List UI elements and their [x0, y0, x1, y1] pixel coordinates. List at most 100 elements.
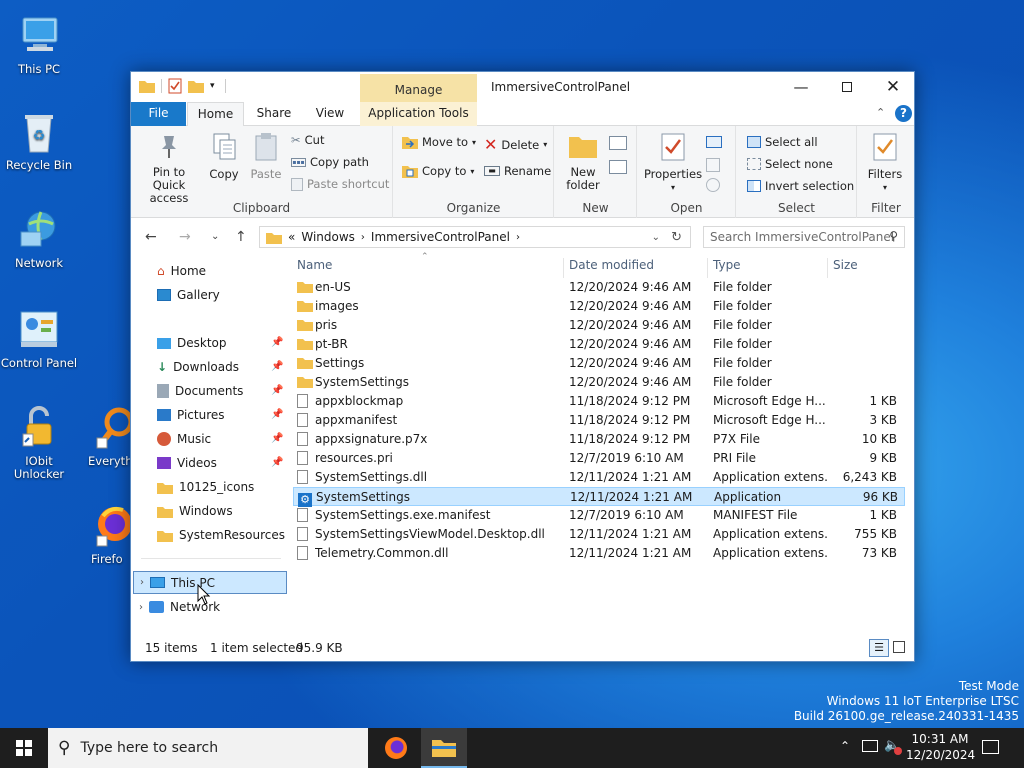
- select-none-button[interactable]: Select none: [747, 157, 833, 171]
- search-box[interactable]: Search ImmersiveControlPanel ⚲: [703, 226, 905, 248]
- breadcrumb-chevron-icon[interactable]: ›: [516, 232, 520, 243]
- desktop-icon-control-panel[interactable]: Control Panel: [0, 306, 79, 370]
- nav-item-documents[interactable]: Documents: [157, 380, 287, 402]
- properties-button[interactable]: Properties ▾: [642, 132, 704, 194]
- pin-to-quick-access-button[interactable]: Pin to Quick access: [135, 132, 203, 205]
- new-folder-button[interactable]: New folder: [561, 132, 605, 192]
- nav-item-10125-icons[interactable]: 10125_icons: [157, 476, 287, 498]
- taskbar-search-box[interactable]: ⚲ Type here to search: [48, 728, 368, 768]
- file-row[interactable]: resources.pri 12/7/2019 6:10 AM PRI File 9 …: [293, 449, 905, 468]
- refresh-icon[interactable]: ↻: [671, 230, 682, 245]
- file-row[interactable]: pt-BR 12/20/2024 9:46 AM File folder: [293, 335, 905, 354]
- move-to-folder-icon: [402, 137, 418, 149]
- desktop-icon-recycle-bin[interactable]: ♻ Recycle Bin: [0, 108, 79, 172]
- column-header-size[interactable]: Size: [833, 258, 858, 276]
- taskbar-search-input[interactable]: Type here to search: [80, 740, 218, 756]
- easy-access-icon[interactable]: [609, 160, 627, 174]
- file-row[interactable]: ⚙ SystemSettings 12/11/2024 1:21 AM Applica…: [293, 487, 905, 507]
- minimize-ribbon-icon[interactable]: ⌃: [876, 106, 885, 119]
- new-folder-icon[interactable]: [188, 79, 204, 93]
- rename-button[interactable]: ▬ Rename: [484, 164, 551, 178]
- file-row[interactable]: Settings 12/20/2024 9:46 AM File folder: [293, 354, 905, 373]
- desktop-icon-this-pc[interactable]: This PC: [0, 12, 79, 76]
- nav-item-windows[interactable]: Windows: [157, 500, 287, 522]
- desktop-icon-iobit-unlocker[interactable]: IObit Unlocker: [0, 404, 79, 481]
- details-view-button[interactable]: ☰: [869, 639, 889, 657]
- file-row[interactable]: images 12/20/2024 9:46 AM File folder: [293, 297, 905, 316]
- file-row[interactable]: appxmanifest 11/18/2024 9:12 PM Microsoft …: [293, 411, 905, 430]
- forward-arrow-icon[interactable]: →: [179, 229, 191, 245]
- new-item-icon[interactable]: [609, 136, 627, 150]
- nav-item-gallery[interactable]: Gallery: [157, 284, 287, 306]
- column-header-type[interactable]: Type: [713, 258, 741, 276]
- minimize-button[interactable]: —: [778, 72, 824, 102]
- copy-path-button[interactable]: ▪▪▪ Copy path: [291, 155, 369, 169]
- file-row[interactable]: SystemSettings 12/20/2024 9:46 AM File fol…: [293, 373, 905, 392]
- nav-item-home[interactable]: ⌂ Home: [157, 260, 287, 282]
- copy-button[interactable]: Copy: [203, 132, 245, 181]
- file-explorer-window[interactable]: ▾ Manage ImmersiveControlPanel — ✕ File …: [130, 71, 915, 662]
- column-header-name[interactable]: Name: [297, 258, 332, 276]
- customize-qat-icon[interactable]: ▾: [210, 81, 215, 91]
- search-input[interactable]: Search ImmersiveControlPanel: [710, 230, 894, 244]
- tab-view[interactable]: View: [304, 102, 356, 126]
- back-arrow-icon[interactable]: ←: [145, 229, 157, 245]
- invert-selection-button[interactable]: Invert selection: [747, 179, 854, 193]
- file-row[interactable]: appxblockmap 11/18/2024 9:12 PM Microsoft …: [293, 392, 905, 411]
- nav-item-downloads[interactable]: ↓ Downloads: [157, 356, 287, 378]
- tab-application-tools[interactable]: Application Tools: [360, 102, 477, 126]
- start-button[interactable]: [0, 728, 48, 768]
- network-status-icon[interactable]: [862, 740, 878, 752]
- taskbar-file-explorer-button[interactable]: [421, 728, 467, 768]
- tab-file[interactable]: File: [131, 102, 186, 126]
- address-dropdown-icon[interactable]: ⌄: [652, 232, 660, 243]
- expand-chevron-icon[interactable]: ›: [140, 577, 144, 588]
- help-icon[interactable]: ?: [895, 105, 912, 122]
- column-header-date[interactable]: Date modified: [569, 258, 654, 276]
- desktop-icon-network[interactable]: Network: [0, 206, 79, 270]
- nav-item-music[interactable]: Music: [157, 428, 287, 450]
- expand-chevron-icon[interactable]: ›: [139, 602, 143, 613]
- delete-button[interactable]: ✕ Delete ▾: [484, 135, 547, 154]
- close-button[interactable]: ✕: [870, 72, 916, 102]
- file-row[interactable]: Telemetry.Common.dll 12/11/2024 1:21 AM Ap…: [293, 544, 905, 563]
- up-arrow-icon[interactable]: ↑: [235, 229, 247, 245]
- tab-share[interactable]: Share: [248, 102, 300, 126]
- cut-button[interactable]: ✂ Cut: [291, 133, 324, 147]
- file-row[interactable]: pris 12/20/2024 9:46 AM File folder: [293, 316, 905, 335]
- file-row[interactable]: en-US 12/20/2024 9:46 AM File folder: [293, 278, 905, 297]
- open-icon[interactable]: [706, 136, 722, 148]
- notification-center-icon[interactable]: [982, 740, 999, 754]
- breadcrumb-immersivecontrolpanel[interactable]: ImmersiveControlPanel: [371, 230, 510, 244]
- show-hidden-icons-chevron-icon[interactable]: ⌃: [840, 739, 850, 753]
- select-all-button[interactable]: Select all: [747, 135, 818, 149]
- file-row[interactable]: SystemSettings.exe.manifest 12/7/2019 6:1…: [293, 506, 905, 525]
- recent-locations-chevron-icon[interactable]: ⌄: [211, 231, 219, 242]
- nav-item-systemresources[interactable]: SystemResources: [157, 524, 287, 546]
- paste-button[interactable]: Paste: [245, 132, 287, 181]
- history-icon[interactable]: [706, 178, 720, 192]
- title-bar[interactable]: ▾ Manage ImmersiveControlPanel — ✕: [131, 72, 914, 102]
- properties-check-icon[interactable]: [168, 78, 182, 94]
- breadcrumb-overflow[interactable]: «: [288, 230, 295, 244]
- edit-icon[interactable]: [706, 158, 720, 172]
- large-icons-view-button[interactable]: [893, 641, 905, 653]
- nav-item-videos[interactable]: Videos: [157, 452, 287, 474]
- clock[interactable]: 10:31 AM 12/20/2024: [906, 731, 975, 763]
- breadcrumb-chevron-icon[interactable]: ›: [361, 232, 365, 243]
- address-bar[interactable]: « Windows › ImmersiveControlPanel › ⌄ ↻: [259, 226, 691, 248]
- nav-item-pictures[interactable]: Pictures: [157, 404, 287, 426]
- copy-to-button[interactable]: Copy to ▾: [402, 164, 474, 178]
- filters-button[interactable]: Filters ▾: [862, 132, 908, 194]
- nav-item-desktop[interactable]: Desktop: [157, 332, 287, 354]
- file-row[interactable]: SystemSettingsViewModel.Desktop.dll 12/11…: [293, 525, 905, 544]
- taskbar-firefox-button[interactable]: [374, 728, 418, 768]
- file-row[interactable]: SystemSettings.dll 12/11/2024 1:21 AM Appl…: [293, 468, 905, 487]
- move-to-button[interactable]: Move to ▾: [402, 135, 476, 149]
- breadcrumb-windows[interactable]: Windows: [301, 230, 355, 244]
- paste-shortcut-button[interactable]: Paste shortcut: [291, 177, 389, 191]
- tab-home[interactable]: Home: [187, 102, 244, 127]
- file-row[interactable]: appxsignature.p7x 11/18/2024 9:12 PM P7X F…: [293, 430, 905, 449]
- maximize-button[interactable]: [824, 72, 870, 102]
- folder-icon: [139, 81, 155, 93]
